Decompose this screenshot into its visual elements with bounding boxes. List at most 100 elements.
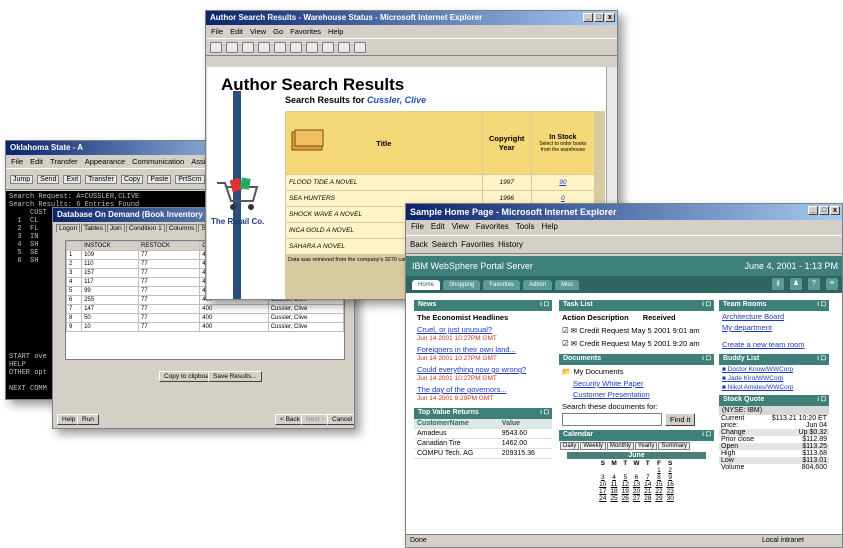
- info-icon[interactable]: i ☐: [817, 301, 826, 308]
- table-row[interactable]: 9 10 77 400 Cussler, Clive: [66, 322, 344, 332]
- print-icon[interactable]: [354, 41, 366, 53]
- tab-favorites[interactable]: Favorites: [483, 279, 521, 290]
- doc-link[interactable]: Customer Presentation: [559, 389, 714, 400]
- home-icon[interactable]: [274, 41, 286, 53]
- calendar-day[interactable]: 26: [620, 495, 631, 502]
- calendar-day[interactable]: 10: [597, 481, 608, 488]
- calendar-day[interactable]: 24: [597, 495, 608, 502]
- doc-link[interactable]: Security White Paper: [559, 378, 714, 389]
- news-link[interactable]: Could everything now go wrong?: [414, 364, 552, 375]
- calendar-day[interactable]: 25: [608, 495, 619, 502]
- menu-item[interactable]: File: [211, 27, 223, 36]
- minimize-button[interactable]: _: [808, 206, 818, 215]
- calendar-day[interactable]: 19: [620, 488, 631, 495]
- calendar-day[interactable]: 6: [631, 474, 642, 481]
- calendar-day[interactable]: 5: [620, 474, 631, 481]
- create-team-link[interactable]: Create a new team room: [719, 339, 829, 350]
- buddy-item[interactable]: ■ Nikol Amides/WWCorp: [719, 383, 829, 392]
- calendar-day[interactable]: [608, 467, 619, 474]
- calendar-day[interactable]: 11: [608, 481, 619, 488]
- menu-item[interactable]: Transfer: [50, 157, 78, 166]
- calendar-day[interactable]: 9: [665, 474, 676, 481]
- info-icon[interactable]: i ☐: [702, 355, 711, 362]
- news-link[interactable]: Cruel, or just unusual?: [414, 324, 552, 335]
- stop-icon[interactable]: [242, 41, 254, 53]
- tab-shopping[interactable]: Shopping: [443, 279, 481, 290]
- toolbar-button[interactable]: Paste: [147, 174, 172, 184]
- task-row[interactable]: ☑ ✉ Credit Request May 5 2001 9:20 am: [559, 337, 714, 350]
- minimize-button[interactable]: _: [583, 13, 593, 22]
- tab-misc[interactable]: Misc: [555, 279, 580, 290]
- refresh-icon[interactable]: [258, 41, 270, 53]
- info-icon[interactable]: i ☐: [540, 301, 549, 308]
- db-tab[interactable]: Columns: [165, 224, 198, 232]
- checkbox-icon[interactable]: ☑ ✉: [562, 339, 579, 348]
- close-button[interactable]: x: [605, 13, 615, 22]
- calendar-day[interactable]: 17: [597, 488, 608, 495]
- db-tab[interactable]: Tables: [81, 224, 106, 232]
- calendar-day[interactable]: 22: [653, 488, 664, 495]
- calendar-day[interactable]: 16: [665, 481, 676, 488]
- maximize-button[interactable]: □: [594, 13, 604, 22]
- table-row[interactable]: 8 50 77 400 Cussler, Clive: [66, 313, 344, 323]
- key-icon[interactable]: ⚷: [772, 278, 784, 290]
- toolbar-button[interactable]: Search: [432, 240, 457, 249]
- menu-item[interactable]: Communication: [132, 157, 184, 166]
- toolbar-button[interactable]: Send: [37, 174, 60, 184]
- db-tab[interactable]: Logon: [56, 224, 81, 232]
- calendar-day[interactable]: 29: [653, 495, 664, 502]
- toolbar-button[interactable]: Back: [410, 240, 428, 249]
- calendar-day[interactable]: [631, 467, 642, 474]
- calendar-day[interactable]: 30: [665, 495, 676, 502]
- docs-search-input[interactable]: [562, 413, 662, 426]
- calendar-day[interactable]: 3: [597, 474, 608, 481]
- calendar-day[interactable]: 23: [665, 488, 676, 495]
- team-link[interactable]: My department: [719, 322, 829, 333]
- info-icon[interactable]: i ☐: [540, 409, 549, 416]
- calendar-day[interactable]: 14: [642, 481, 653, 488]
- search-icon[interactable]: [290, 41, 302, 53]
- info-icon[interactable]: i ☐: [817, 355, 826, 362]
- run-button[interactable]: Run: [77, 414, 99, 425]
- calendar-day[interactable]: [620, 467, 631, 474]
- calendar-day[interactable]: 27: [631, 495, 642, 502]
- toolbar-button[interactable]: PrtScrn: [175, 174, 205, 184]
- find-button[interactable]: Find it: [665, 413, 696, 426]
- menu-item[interactable]: Edit: [30, 157, 43, 166]
- calendar-day[interactable]: 18: [608, 488, 619, 495]
- menu-item[interactable]: File: [11, 157, 23, 166]
- menu-item[interactable]: File: [411, 222, 424, 233]
- toolbar-button[interactable]: Favorites: [461, 240, 494, 249]
- info-icon[interactable]: i ☐: [817, 396, 826, 403]
- calendar-day[interactable]: 12: [620, 481, 631, 488]
- info-icon[interactable]: i ☐: [702, 301, 711, 308]
- menu-item[interactable]: Appearance: [85, 157, 125, 166]
- info-icon[interactable]: i ☐: [702, 431, 711, 438]
- calendar-day[interactable]: 13: [631, 481, 642, 488]
- db-tab[interactable]: Condition 1: [125, 224, 165, 232]
- back-icon[interactable]: [210, 41, 222, 53]
- buddy-item[interactable]: ■ Jade Kiro/WWCorp: [719, 374, 829, 383]
- calendar-day[interactable]: 7: [642, 474, 653, 481]
- menu-item[interactable]: Edit: [431, 222, 445, 233]
- toolbar-button[interactable]: Transfer: [85, 174, 117, 184]
- next-button[interactable]: Next >: [301, 414, 330, 425]
- toolbar-button[interactable]: Copy: [120, 174, 144, 184]
- calendar-day[interactable]: 28: [642, 495, 653, 502]
- calendar-view-tab[interactable]: Daily: [560, 442, 580, 450]
- history-icon[interactable]: [322, 41, 334, 53]
- close-button[interactable]: x: [830, 206, 840, 215]
- toolbar-button[interactable]: Jump: [10, 174, 34, 184]
- favorites-icon[interactable]: [306, 41, 318, 53]
- calendar-day[interactable]: 15: [653, 481, 664, 488]
- menu-item[interactable]: View: [250, 27, 266, 36]
- menu-item[interactable]: Favorites: [290, 27, 321, 36]
- toolbar-button[interactable]: Exit: [63, 174, 82, 184]
- calendar-view-tab[interactable]: Weekly: [580, 442, 606, 450]
- db-tab[interactable]: Join: [106, 224, 125, 232]
- task-row[interactable]: ☑ ✉ Credit Request May 5 2001 9:01 am: [559, 324, 714, 337]
- checkbox-icon[interactable]: ☑ ✉: [562, 326, 579, 335]
- menu-item[interactable]: Help: [541, 222, 557, 233]
- calendar-view-tab[interactable]: Yearly: [634, 442, 658, 450]
- news-link[interactable]: The day of the governors...: [414, 384, 552, 395]
